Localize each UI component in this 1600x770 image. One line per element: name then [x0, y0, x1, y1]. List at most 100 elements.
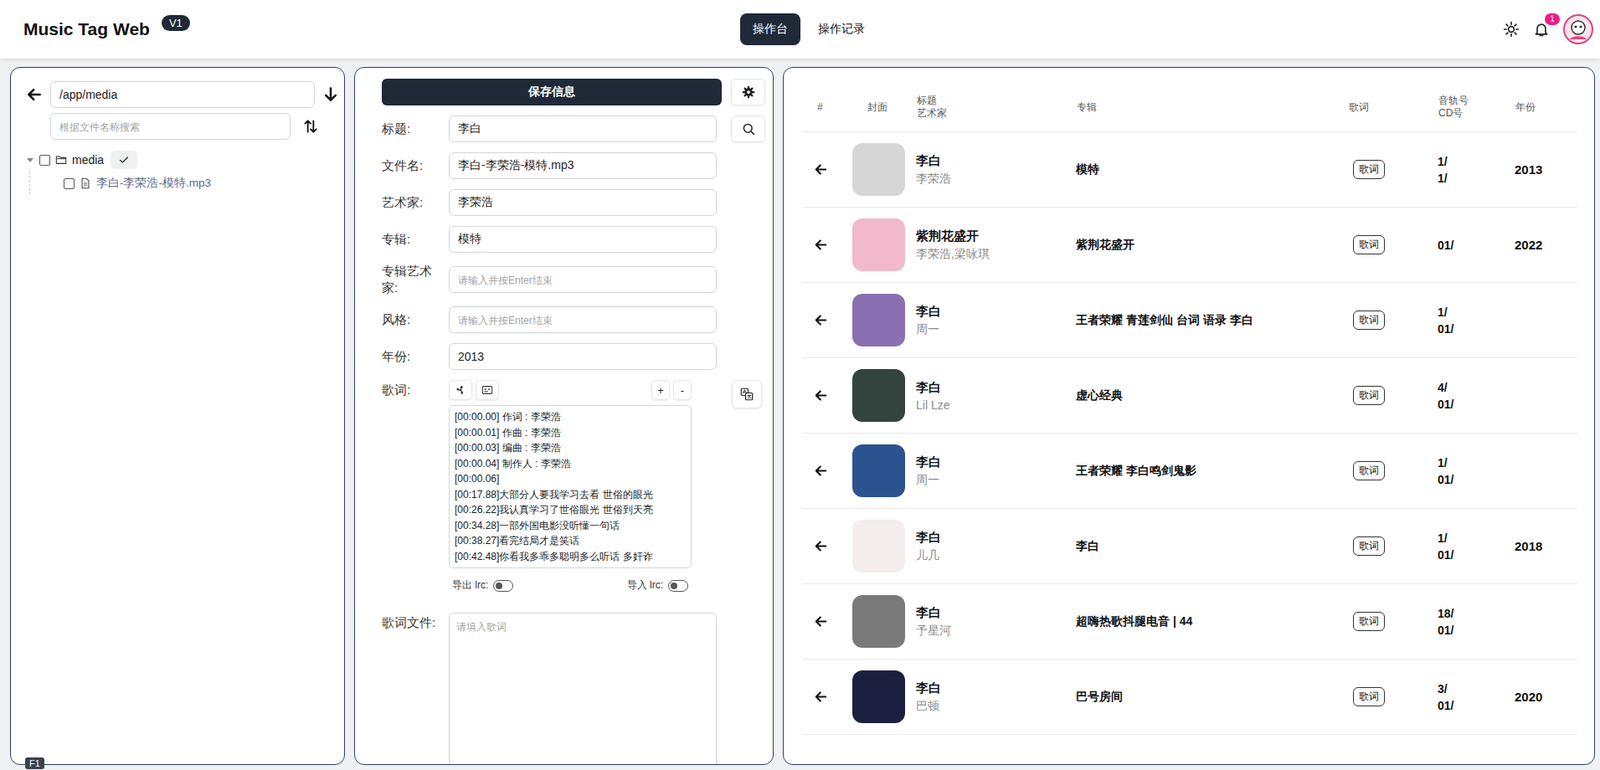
- field-input[interactable]: [448, 266, 717, 294]
- nav-tab[interactable]: 操作记录: [805, 13, 878, 46]
- lyric-format-button[interactable]: [475, 380, 500, 401]
- lyrics-tools: [448, 380, 500, 401]
- field-input[interactable]: [448, 189, 717, 217]
- table-row[interactable]: 李白李荣浩模特歌词1/1/2013: [802, 132, 1578, 208]
- back-arrow-icon[interactable]: [25, 86, 43, 103]
- lyric-button[interactable]: 歌词: [1353, 612, 1385, 632]
- title-cell: 李白李荣浩: [915, 153, 1076, 187]
- file-tree: media 李白-李荣浩-模特.mp3: [25, 148, 340, 196]
- lyric-search-button[interactable]: [448, 380, 473, 401]
- caret-icon[interactable]: [25, 155, 35, 165]
- offset-button[interactable]: +: [651, 380, 670, 401]
- apply-arrow-icon[interactable]: [813, 313, 829, 328]
- tag-editor-panel: 保存信息标题:文件名:艺术家:专辑:专辑艺术家:风格:年份:歌词:+-[00:0…: [354, 66, 774, 766]
- save-button[interactable]: 保存信息: [381, 78, 722, 106]
- title-cell: 李白儿几: [915, 529, 1076, 564]
- lyric-button[interactable]: 歌词: [1353, 687, 1385, 707]
- column-header-line: #: [817, 101, 853, 114]
- lyrics-offset-tools: +-: [651, 380, 692, 401]
- file-panel: media 李白-李荣浩-模特.mp3: [10, 66, 345, 766]
- apply-arrow-icon[interactable]: [813, 539, 829, 554]
- cover-cell: [852, 369, 916, 422]
- apply-cell: [802, 689, 853, 705]
- song-artist: 巴顿: [915, 699, 940, 715]
- shortcut-badge[interactable]: F1: [25, 757, 45, 770]
- lyric-file-textarea[interactable]: [448, 612, 717, 766]
- translate-button[interactable]: [731, 380, 762, 409]
- apply-arrow-icon[interactable]: [813, 237, 829, 253]
- disc-number: 01/: [1437, 622, 1454, 639]
- apply-arrow-icon[interactable]: [813, 162, 829, 177]
- field-input[interactable]: [448, 306, 717, 334]
- down-arrow-icon[interactable]: [322, 86, 340, 103]
- apply-arrow-icon[interactable]: [813, 614, 829, 629]
- toggle-switch[interactable]: [668, 580, 689, 592]
- lyric-line: [00:00.00] 作词 : 李荣浩: [454, 409, 686, 426]
- tree-node-name[interactable]: 李白-李荣浩-模特.mp3: [96, 175, 211, 191]
- cover-cell: [852, 143, 916, 196]
- lrc-toggle[interactable]: 导出 lrc:: [452, 578, 514, 593]
- sun-icon[interactable]: [1502, 20, 1520, 38]
- table-row[interactable]: 李白予星河超嗨热歌抖腿电音 | 44歌词18/01/: [802, 584, 1578, 660]
- lyric-file-label: 歌词文件:: [381, 612, 449, 632]
- track-number: 18/: [1437, 605, 1454, 623]
- field-input[interactable]: [448, 115, 717, 143]
- song-title: 李白: [915, 605, 942, 622]
- lyric-button[interactable]: 歌词: [1353, 159, 1385, 180]
- avatar-icon[interactable]: [1563, 14, 1594, 45]
- field-label: 年份:: [381, 348, 449, 366]
- apply-cell: [802, 388, 853, 403]
- tree-checkbox[interactable]: [39, 154, 51, 166]
- apply-arrow-icon[interactable]: [813, 388, 829, 403]
- column-header: 年份: [1514, 101, 1578, 114]
- lyric-button[interactable]: 歌词: [1353, 536, 1385, 556]
- tree-checkbox[interactable]: [63, 178, 75, 190]
- lyric-cell: 歌词: [1347, 159, 1438, 180]
- column-header-line: 标题: [916, 94, 1076, 108]
- lyric-button[interactable]: 歌词: [1353, 235, 1385, 255]
- field-label: 文件名:: [381, 157, 449, 175]
- tree-node[interactable]: media: [25, 148, 340, 172]
- tree-node[interactable]: 李白-李荣浩-模特.mp3: [29, 171, 340, 196]
- toggle-switch[interactable]: [493, 580, 514, 592]
- table-row[interactable]: 李白周一王者荣耀 李白鸣剑鬼影歌词1/01/: [802, 433, 1578, 510]
- translate-cell: [716, 380, 766, 409]
- cover-cell: [852, 293, 916, 347]
- track-cell: 1/1/: [1437, 153, 1515, 187]
- lyric-button[interactable]: 歌词: [1353, 310, 1385, 330]
- table-row[interactable]: 紫荆花盛开李荣浩,梁咏琪紫荆花盛开歌词01/2022: [802, 207, 1578, 283]
- table-row[interactable]: 李白巴顿巴号房间歌词3/01/2020: [802, 659, 1578, 736]
- lyrics-section: +- [00:00.00] 作词 : 李荣浩[00:00.01] 作曲 : 李荣浩…: [448, 380, 692, 593]
- file-search-input[interactable]: [50, 113, 291, 140]
- lyrics-textarea[interactable]: [00:00.00] 作词 : 李荣浩[00:00.01] 作曲 : 李荣浩[0…: [448, 405, 692, 569]
- song-title: 李白: [915, 303, 942, 320]
- lrc-toggle[interactable]: 导入 lrc:: [627, 578, 689, 593]
- tree-node-name[interactable]: media: [72, 153, 104, 167]
- version-badge: V1: [161, 15, 191, 31]
- notifications[interactable]: 1: [1533, 20, 1550, 38]
- title-cell: 李白Lil Lze: [915, 380, 1076, 412]
- select-folder-button[interactable]: [110, 150, 138, 170]
- offset-button[interactable]: -: [673, 380, 692, 401]
- album-cell: 王者荣耀 李白鸣剑鬼影: [1075, 463, 1348, 479]
- song-title: 李白: [915, 680, 942, 697]
- disc-number: 01/: [1437, 320, 1454, 338]
- lyric-button[interactable]: 歌词: [1353, 461, 1385, 481]
- table-row[interactable]: 李白儿几李白歌词1/01/2018: [802, 509, 1578, 585]
- title-cell: 李白周一: [915, 454, 1076, 489]
- table-row[interactable]: 李白Lil Lze虚心经典歌词4/01/: [802, 358, 1578, 434]
- field-input[interactable]: [448, 343, 717, 371]
- field-input[interactable]: [448, 226, 717, 253]
- disc-number: 1/: [1437, 169, 1448, 187]
- sort-icon[interactable]: [302, 118, 319, 135]
- field-input[interactable]: [448, 152, 717, 180]
- column-header-line: 年份: [1515, 101, 1578, 114]
- search-button[interactable]: [730, 115, 766, 143]
- apply-arrow-icon[interactable]: [813, 689, 829, 705]
- lyric-button[interactable]: 歌词: [1353, 385, 1385, 406]
- table-row[interactable]: 李白周一王者荣耀 青莲剑仙 台词 语录 李白歌词1/01/: [802, 282, 1578, 359]
- settings-button[interactable]: [730, 78, 766, 106]
- nav-tab[interactable]: 操作台: [740, 13, 801, 46]
- path-input[interactable]: [50, 81, 315, 109]
- apply-arrow-icon[interactable]: [813, 463, 829, 479]
